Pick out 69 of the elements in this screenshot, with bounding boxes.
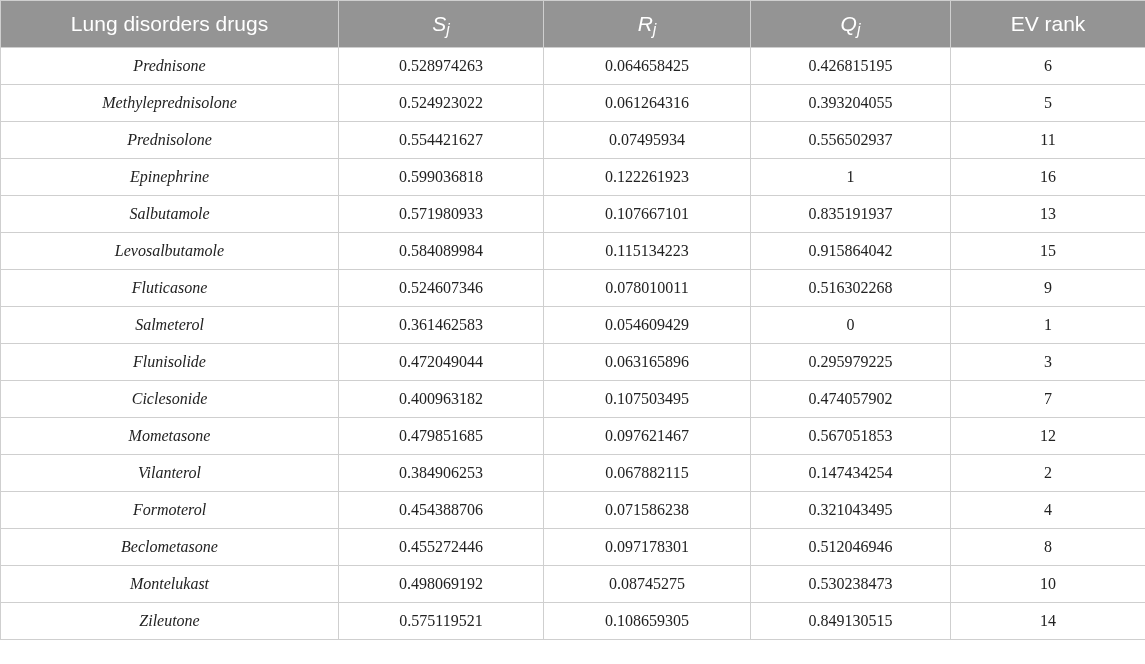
table-cell: 0.528974263 <box>338 47 544 85</box>
table-cell: 0.454388706 <box>338 491 544 529</box>
table-cell: 0.097178301 <box>543 528 751 566</box>
table-cell: 0.524923022 <box>338 84 544 122</box>
table-cell: 0.321043495 <box>750 491 951 529</box>
table-cell: 0.915864042 <box>750 232 951 270</box>
table-cell: 0.071586238 <box>543 491 751 529</box>
table-cell: 0.393204055 <box>750 84 951 122</box>
table-cell: Levosalbutamole <box>0 232 339 270</box>
column-header: S$_{j}$ <box>338 0 544 48</box>
table-cell: Prednisolone <box>0 121 339 159</box>
table-cell: 0.530238473 <box>750 565 951 603</box>
table-cell: 0.512046946 <box>750 528 951 566</box>
table-cell: 0.498069192 <box>338 565 544 603</box>
table-cell: 0.078010011 <box>543 269 751 307</box>
column-header: Lung disorders drugs <box>0 0 339 48</box>
table-cell: 0.524607346 <box>338 269 544 307</box>
table-cell: Fluticasone <box>0 269 339 307</box>
column-header: R$_{j}$ <box>543 0 751 48</box>
table-cell: 0.455272446 <box>338 528 544 566</box>
table-cell: 0.107667101 <box>543 195 751 233</box>
table-cell: Flunisolide <box>0 343 339 381</box>
table-cell: 0.147434254 <box>750 454 951 492</box>
table-cell: 0.361462583 <box>338 306 544 344</box>
table-cell: Salbutamole <box>0 195 339 233</box>
table-cell: 0.384906253 <box>338 454 544 492</box>
table-cell: 0.295979225 <box>750 343 951 381</box>
table-cell: 0.426815195 <box>750 47 951 85</box>
table-cell: 0.115134223 <box>543 232 751 270</box>
table-cell: 0.472049044 <box>338 343 544 381</box>
table-cell: Salmeterol <box>0 306 339 344</box>
table-cell: Epinephrine <box>0 158 339 196</box>
table-cell: Beclometasone <box>0 528 339 566</box>
table-cell: 0.061264316 <box>543 84 751 122</box>
table-cell: Zileutone <box>0 602 339 640</box>
table-cell: 1 <box>750 158 951 196</box>
table-cell: 0.063165896 <box>543 343 751 381</box>
column-header: EV rank <box>950 0 1145 48</box>
table-cell: 0.516302268 <box>750 269 951 307</box>
table-cell: 0.474057902 <box>750 380 951 418</box>
table-cell: 0.567051853 <box>750 417 951 455</box>
table-cell: 0.08745275 <box>543 565 751 603</box>
table-cell: 0.064658425 <box>543 47 751 85</box>
table-cell: 0 <box>750 306 951 344</box>
table-cell: Ciclesonide <box>0 380 339 418</box>
table-cell: 0.599036818 <box>338 158 544 196</box>
table-cell: 0.400963182 <box>338 380 544 418</box>
table-cell: 0.554421627 <box>338 121 544 159</box>
table-cell: Formoterol <box>0 491 339 529</box>
table-cell: 0.571980933 <box>338 195 544 233</box>
table-cell: 0.07495934 <box>543 121 751 159</box>
table-cell: 0.849130515 <box>750 602 951 640</box>
table-cell: Vilanterol <box>0 454 339 492</box>
table-cell: 0.097621467 <box>543 417 751 455</box>
table-cell: Prednisone <box>0 47 339 85</box>
table-cell: Montelukast <box>0 565 339 603</box>
table-cell: Mometasone <box>0 417 339 455</box>
table-cell: 0.584089984 <box>338 232 544 270</box>
table-cell: 0.054609429 <box>543 306 751 344</box>
table-cell: 0.067882115 <box>543 454 751 492</box>
table-cell: 0.479851685 <box>338 417 544 455</box>
table-cell: 0.107503495 <box>543 380 751 418</box>
table-cell: Methyleprednisolone <box>0 84 339 122</box>
table-cell: 0.122261923 <box>543 158 751 196</box>
table-cell: 0.556502937 <box>750 121 951 159</box>
table-cell: 0.575119521 <box>338 602 544 640</box>
table-cell: 0.835191937 <box>750 195 951 233</box>
table-cell: 0.108659305 <box>543 602 751 640</box>
column-header: Q$_{j}$ <box>750 0 951 48</box>
